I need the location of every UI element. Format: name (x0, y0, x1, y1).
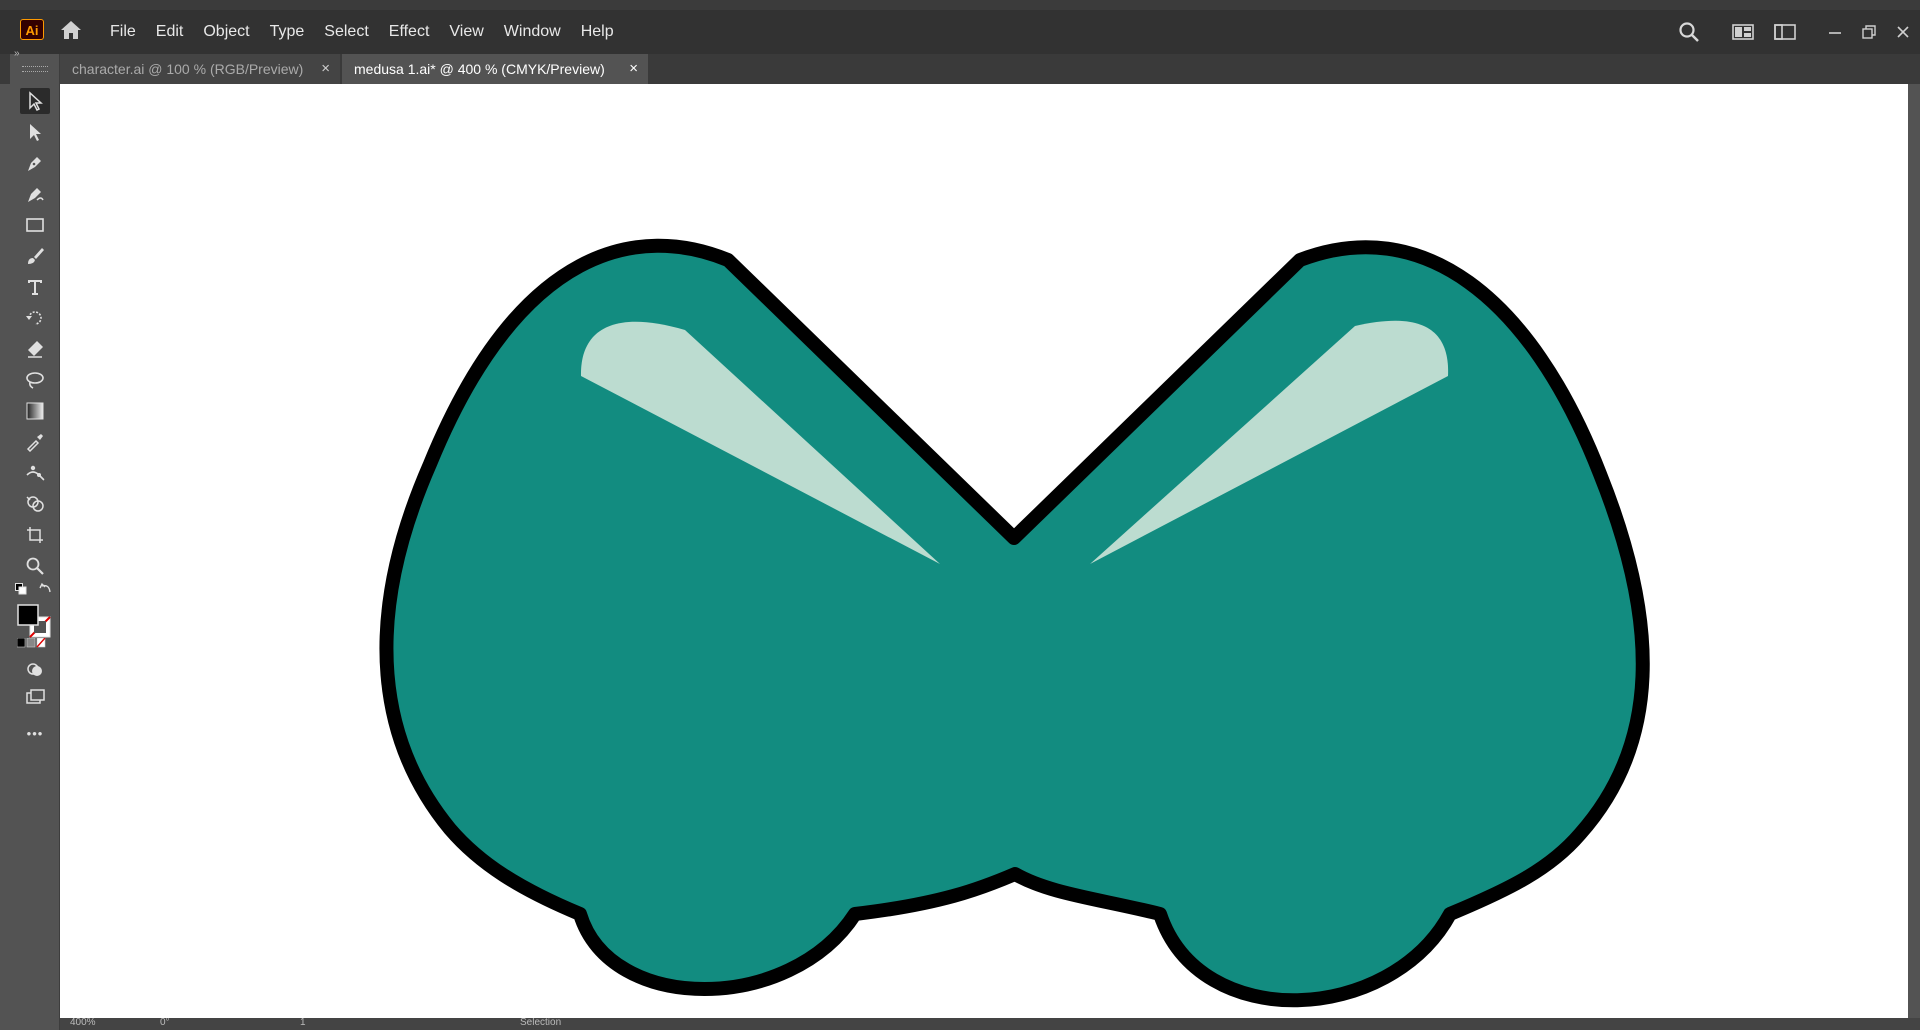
menu-type[interactable]: Type (270, 23, 305, 41)
menu-effect[interactable]: Effect (389, 23, 430, 41)
arrange-documents-icon[interactable] (1772, 19, 1798, 45)
tab-character-ai[interactable]: character.ai @ 100 % (RGB/Preview) × (60, 54, 340, 84)
close-tab-icon[interactable]: × (629, 54, 638, 84)
color-mode-icon[interactable] (14, 636, 50, 650)
paintbrush-tool-icon[interactable] (20, 243, 50, 269)
gradient-tool-icon[interactable] (20, 398, 50, 424)
illustrator-logo-icon: Ai (20, 19, 44, 40)
workspace-switcher-icon[interactable] (1730, 19, 1756, 45)
artwork (379, 238, 1650, 1008)
rectangle-tool-icon[interactable] (20, 212, 50, 238)
drawing-mode-icon[interactable] (20, 656, 50, 682)
menu-window[interactable]: Window (504, 23, 561, 41)
current-tool-label[interactable]: Selection (520, 1018, 561, 1028)
tab-label: medusa 1.ai* @ 400 % (CMYK/Preview) (354, 61, 605, 77)
screen-mode-icon[interactable] (20, 684, 50, 710)
more-tools-icon[interactable]: ••• (20, 720, 50, 746)
artboard-tool-icon[interactable] (20, 522, 50, 548)
rotation-value[interactable]: 0° (160, 1018, 170, 1028)
close-window-icon[interactable] (1890, 19, 1916, 45)
default-colors-icon[interactable] (14, 582, 28, 596)
zoom-tool-icon[interactable] (20, 553, 50, 579)
home-icon[interactable] (58, 17, 84, 43)
pen-tool-icon[interactable] (20, 150, 50, 176)
vertical-scrollbar[interactable] (1908, 84, 1920, 1018)
type-tool-icon[interactable] (20, 274, 50, 300)
restore-icon[interactable] (1856, 19, 1882, 45)
menu-view[interactable]: View (449, 23, 483, 41)
menu-file[interactable]: File (110, 23, 136, 41)
menu-select[interactable]: Select (324, 23, 368, 41)
window-controls (1660, 10, 1920, 54)
tools-panel: » ••• (10, 48, 60, 1030)
menu-bar: Ai File Edit Object Type Select Effect V… (0, 0, 1920, 54)
artboard-canvas[interactable] (60, 84, 1908, 1018)
artboard-number[interactable]: 1 (300, 1018, 306, 1028)
selection-tool-icon[interactable] (20, 88, 50, 114)
zoom-level[interactable]: 400% (70, 1018, 96, 1028)
document-tabs: character.ai @ 100 % (RGB/Preview) × med… (0, 54, 1920, 84)
main-menu: File Edit Object Type Select Effect View… (110, 10, 634, 54)
search-icon[interactable] (1676, 19, 1702, 45)
menu-help[interactable]: Help (581, 23, 614, 41)
eraser-tool-icon[interactable] (20, 336, 50, 362)
collapse-panel-icon[interactable]: » (14, 48, 20, 59)
direct-selection-tool-icon[interactable] (20, 119, 50, 145)
shape-builder-tool-icon[interactable] (20, 491, 50, 517)
puppet-warp-tool-icon[interactable] (20, 460, 50, 486)
menu-edit[interactable]: Edit (156, 23, 184, 41)
minimize-icon[interactable] (1822, 19, 1848, 45)
menu-object[interactable]: Object (203, 23, 249, 41)
close-tab-icon[interactable]: × (321, 54, 330, 84)
tab-label: character.ai @ 100 % (RGB/Preview) (72, 61, 304, 77)
bow-shape[interactable] (379, 238, 1650, 1008)
lasso-tool-icon[interactable] (20, 367, 50, 393)
panel-grip[interactable] (22, 66, 48, 72)
tab-medusa-ai[interactable]: medusa 1.ai* @ 400 % (CMYK/Preview) × (342, 54, 648, 84)
status-bar: 400% 0° 1 Selection (60, 1018, 1920, 1030)
rotate-tool-icon[interactable] (20, 305, 50, 331)
curvature-tool-icon[interactable] (20, 181, 50, 207)
swap-colors-icon[interactable] (38, 582, 54, 596)
eyedropper-tool-icon[interactable] (20, 429, 50, 455)
